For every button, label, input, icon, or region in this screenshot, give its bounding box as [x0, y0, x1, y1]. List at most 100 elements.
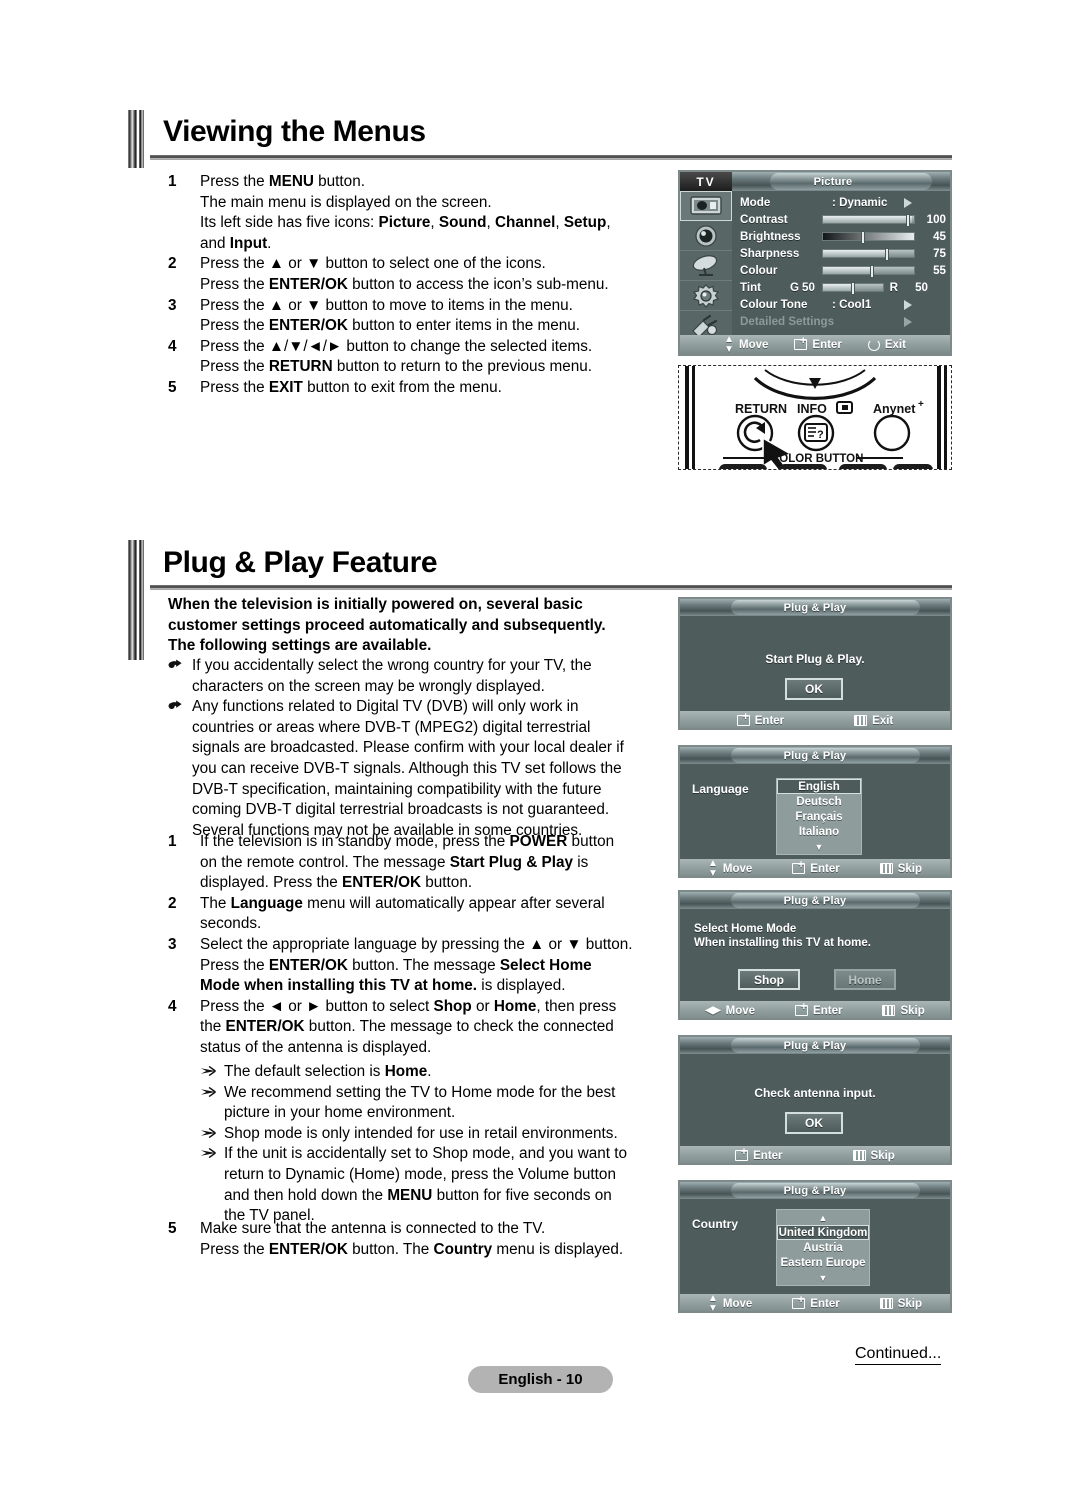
enter-icon	[735, 1147, 749, 1161]
step-line: The Language menu will automatically app…	[200, 894, 605, 912]
step-line: displayed. Press the ENTER/OK button.	[200, 874, 473, 892]
picture-row-colour[interactable]: Colour 55	[740, 263, 946, 278]
footer-enter[interactable]: Enter	[795, 1002, 842, 1017]
footer-exit[interactable]: Exit	[854, 715, 893, 727]
footer-move[interactable]: ◀▶ Move	[705, 1005, 755, 1017]
footer-enter[interactable]: Enter	[794, 336, 842, 351]
ok-button[interactable]: OK	[785, 678, 843, 700]
country-list[interactable]: ▲ United Kingdom Austria Eastern Europe …	[776, 1209, 870, 1286]
list-item[interactable]: Français	[777, 809, 861, 824]
dialog-select-home-mode[interactable]: Plug & Play Select Home Mode When instal…	[678, 890, 952, 1020]
step-line: on the remote control. The message Start…	[200, 853, 589, 871]
row-number: 55	[933, 264, 946, 277]
picture-row-mode[interactable]: Mode : Dynamic	[740, 195, 946, 210]
dialog-check-antenna[interactable]: Plug & Play Check antenna input. OK Ente…	[678, 1035, 952, 1165]
enter-icon	[736, 712, 750, 726]
footer-skip[interactable]: Skip	[882, 1005, 925, 1017]
brightness-slider[interactable]	[821, 231, 915, 244]
bullet-line: characters on the screen may be wrongly …	[192, 677, 545, 695]
tint-slider[interactable]	[822, 282, 884, 295]
step-line: Press the EXIT button to exit from the m…	[200, 378, 502, 396]
ok-button[interactable]: OK	[785, 1112, 843, 1134]
skip-icon	[879, 1298, 893, 1309]
footer-move[interactable]: ▲ ▼ Move	[708, 858, 752, 876]
bullet-item: Shop mode is only intended for use in re…	[200, 1124, 680, 1145]
osd-footer: Enter Skip	[680, 1146, 950, 1163]
shop-button[interactable]: Shop	[738, 969, 800, 990]
footer-label: Enter	[812, 338, 842, 351]
bullet-line: Any functions related to Digital TV (DVB…	[192, 698, 579, 716]
footer-skip[interactable]: Skip	[879, 863, 922, 875]
osd-footer: ▲▼ Move Enter Skip	[680, 858, 950, 876]
step-line: and Input.	[200, 234, 272, 252]
bullet-item: If the unit is accidentally set to Shop …	[200, 1144, 680, 1226]
picture-menu-osd[interactable]: TV Picture Mode: Dynamic Contrast 100 B…	[678, 170, 952, 356]
contrast-slider[interactable]	[821, 214, 915, 227]
picture-row-contrast[interactable]: Contrast 100	[740, 212, 946, 227]
picture-row-colour-tone[interactable]: Colour Tone : Cool1	[740, 297, 946, 312]
footer-skip[interactable]: Skip	[852, 1149, 895, 1162]
footer-exit[interactable]: Exit	[867, 338, 906, 351]
footer-label: Skip	[870, 1149, 895, 1162]
step-text: Select the appropriate language by press…	[200, 935, 678, 997]
dialog-language-select[interactable]: Plug & Play Language English Deutsch Fra…	[678, 745, 952, 878]
scroll-down-icon[interactable]: ▼	[777, 839, 861, 854]
remote-return-label: RETURN	[735, 402, 787, 416]
section1-steps: 1 Press the MENU button. The main menu i…	[168, 172, 668, 399]
footer-enter[interactable]: Enter	[735, 1147, 783, 1162]
list-item[interactable]: Deutsch	[777, 794, 861, 809]
picture-row-detailed-settings[interactable]: Detailed Settings	[740, 314, 946, 329]
picture-row-sharpness[interactable]: Sharpness 75	[740, 246, 946, 261]
footer-skip[interactable]: Skip	[879, 1298, 922, 1310]
picture-row-brightness[interactable]: Brightness 45	[740, 229, 946, 244]
osd-footer: ▲▼ Move Enter Exit	[680, 334, 950, 354]
footer-enter[interactable]: Enter	[792, 860, 840, 875]
intro-line: When the television is initially powered…	[168, 596, 583, 613]
bullet-item: Any functions related to Digital TV (DVB…	[168, 697, 678, 841]
picture-row-tint[interactable]: Tint G 50 R 50	[740, 280, 946, 295]
bullet-line: countries or areas where DVB-T (MPEG2) d…	[192, 718, 591, 736]
dialog-country-select[interactable]: Plug & Play Country ▲ United Kingdom Aus…	[678, 1180, 952, 1313]
step-item: 4 Press the ▲/▼/◄/► button to change the…	[168, 337, 668, 378]
footer-enter[interactable]: Enter	[736, 712, 784, 727]
sound-icon[interactable]	[680, 221, 732, 251]
osd-title-label: Plug & Play	[783, 1039, 847, 1052]
step-number: 4	[168, 997, 177, 1015]
osd-title-label: Plug & Play	[783, 894, 847, 907]
bullet-line: return to Dynamic (Home) mode, press the…	[224, 1165, 616, 1183]
step-number: 1	[168, 173, 177, 190]
language-list[interactable]: English Deutsch Français Italiano ▼	[776, 778, 862, 855]
bullet-line: Shop mode is only intended for use in re…	[224, 1124, 618, 1142]
step-line: Press the ENTER/OK button. The message S…	[200, 956, 592, 974]
home-button[interactable]: Home	[834, 969, 896, 990]
osd-title-label: Plug & Play	[783, 1184, 847, 1197]
channel-icon[interactable]	[680, 251, 732, 281]
step-line: the ENTER/OK button. The message to chec…	[200, 1018, 614, 1036]
list-item[interactable]: English	[777, 779, 861, 794]
step-line: Select the appropriate language by press…	[200, 935, 633, 953]
picture-icon[interactable]	[680, 191, 732, 221]
step-line: Press the ▲ or ▼ button to move to items…	[200, 296, 573, 314]
colour-slider[interactable]	[821, 265, 915, 278]
osd-body: Select Home Mode When installing this TV…	[680, 909, 950, 1018]
dialog-start-plug-and-play[interactable]: Plug & Play Start Plug & Play. OK Enter …	[678, 597, 952, 730]
scroll-up-icon[interactable]: ▲	[777, 1210, 869, 1225]
remote-control-diagram: RETURN INFO ? Anynet + COLOR BUTTON	[678, 365, 952, 470]
osd-footer: ◀▶ Move Enter Skip	[680, 1001, 950, 1018]
list-item[interactable]: United Kingdom	[777, 1225, 869, 1240]
list-item[interactable]: Austria	[777, 1240, 869, 1255]
list-item[interactable]: Eastern Europe	[777, 1255, 869, 1270]
footer-label: Move	[725, 1004, 756, 1017]
tint-left-value: 50	[802, 281, 815, 294]
chevron-right-icon	[904, 299, 912, 310]
list-item[interactable]: Italiano	[777, 824, 861, 839]
footer-enter[interactable]: Enter	[792, 1295, 840, 1310]
footer-move[interactable]: ▲ ▼ Move	[724, 334, 768, 354]
bullet-line: If the unit is accidentally set to Shop …	[224, 1145, 628, 1163]
step-text: Make sure that the antenna is connected …	[200, 1219, 678, 1260]
scroll-down-icon[interactable]: ▼	[777, 1270, 869, 1285]
setup-icon[interactable]	[680, 281, 732, 311]
sharpness-slider[interactable]	[821, 248, 915, 261]
footer-move[interactable]: ▲ ▼ Move	[708, 1293, 752, 1311]
step-text: Press the MENU button. The main menu is …	[200, 172, 668, 254]
